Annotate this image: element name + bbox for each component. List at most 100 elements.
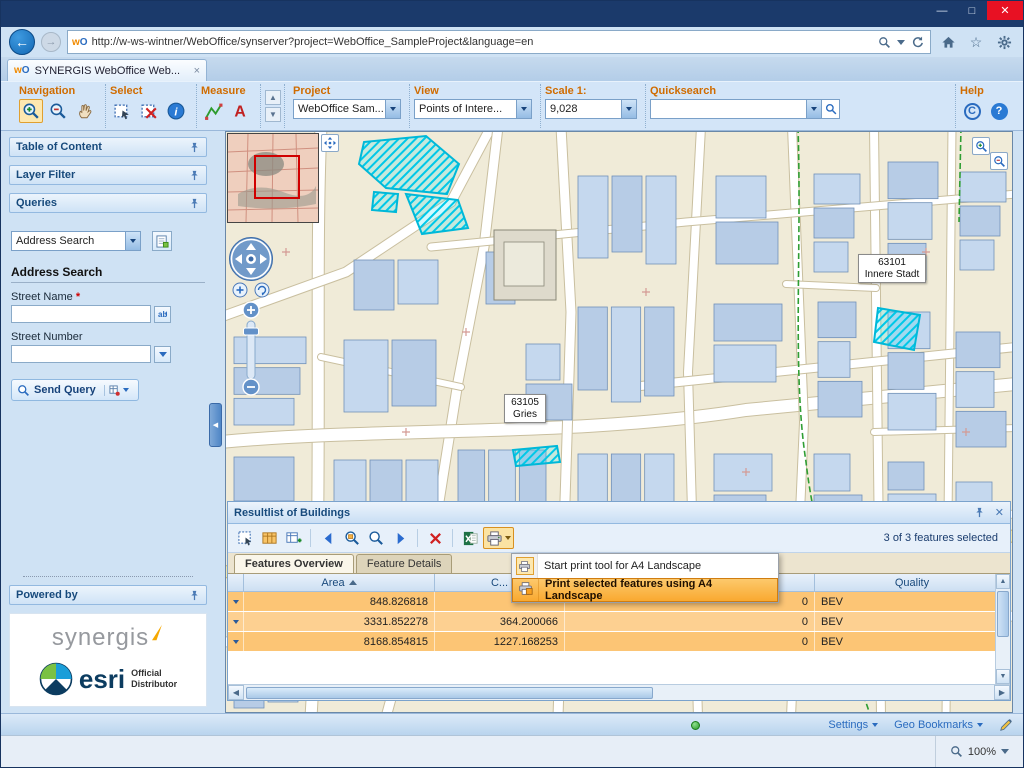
forward-button[interactable]: → [41,32,61,52]
table-row[interactable]: 8168.854815 1227.168253 0 BEV [228,632,1010,652]
result-panel-close-icon[interactable]: ✕ [995,506,1004,519]
pan-center-icon[interactable] [249,257,254,262]
quicksearch-dropdown-icon[interactable] [806,100,821,118]
refresh-icon[interactable] [911,36,924,49]
geo-bookmarks-link[interactable]: Geo Bookmarks [894,719,983,731]
query-type-dropdown-icon[interactable] [125,232,140,250]
selected-feature[interactable] [513,446,560,466]
excel-export-button[interactable] [459,527,481,549]
select-features-button[interactable] [110,99,134,123]
query-type-select[interactable]: Address Search [11,231,141,251]
send-query-dropdown-icon[interactable] [123,388,129,392]
scroll-down-icon[interactable]: ▼ [996,669,1010,684]
help-button[interactable]: ? [987,99,1011,123]
panel-powered-by[interactable]: Powered by [9,585,207,605]
street-name-picker-button[interactable]: ab [154,306,171,323]
address-bar[interactable]: wO http://w-ws-wintner/WebOffice/synserv… [67,30,931,54]
row-menu-icon[interactable] [228,592,244,611]
zoom-control[interactable]: 100% [935,736,1023,767]
tab-close-icon[interactable]: × [194,65,200,77]
panel-layer-filter[interactable]: Layer Filter [9,165,207,185]
row-menu-icon[interactable] [228,632,244,651]
query-form-button[interactable] [152,231,172,251]
scroll-left-icon[interactable]: ◀ [228,685,244,700]
column-header-area[interactable]: Area [244,574,435,591]
quicksearch-go-button[interactable] [821,100,839,118]
view-select[interactable]: Points of Intere... [414,99,532,119]
scale-dropdown-icon[interactable] [621,100,636,118]
close-button[interactable]: ✕ [987,1,1023,20]
menu-item-print-selected[interactable]: Print selected features using A4 Landsca… [512,578,778,602]
tab-feature-details[interactable]: Feature Details [356,554,453,573]
scroll-up-icon[interactable]: ▲ [996,574,1010,589]
edit-pencil-icon[interactable] [999,718,1013,732]
street-name-input[interactable] [11,305,151,323]
column-header-quality[interactable]: Quality [815,574,1010,591]
horizontal-scrollbar[interactable]: ◀ ▶ [228,684,1010,700]
selected-feature[interactable] [874,308,920,350]
pan-tool-button[interactable] [73,99,97,123]
quicksearch-input[interactable] [651,100,806,118]
pin-icon[interactable] [974,507,985,518]
selected-feature[interactable] [372,192,398,212]
pan-compass[interactable] [230,238,273,281]
pin-icon[interactable] [189,590,200,601]
back-button[interactable]: ← [9,29,35,55]
column-settings-button[interactable] [282,527,304,549]
vscroll-thumb[interactable] [997,591,1009,637]
table-row[interactable]: 3331.852278 364.200066 0 BEV [228,612,1010,632]
remove-selection-button[interactable] [424,527,446,549]
map-zoom-in-button[interactable] [972,137,990,155]
browser-tab[interactable]: wO SYNERGIS WebOffice Web... × [7,59,207,81]
identify-result-button[interactable] [234,527,256,549]
zoom-in-tool-button[interactable] [19,99,43,123]
previous-feature-button[interactable] [317,527,339,549]
maximize-button[interactable]: □ [957,1,987,20]
toolbar-scroll-down-icon[interactable]: ▼ [265,107,281,122]
sidebar-collapse-button[interactable]: ◀ [209,403,222,447]
project-dropdown-icon[interactable] [385,100,400,118]
zoom-to-selection-button[interactable] [341,527,363,549]
contact-button[interactable]: C [960,99,984,123]
overview-move-icon[interactable] [321,134,339,152]
home-icon[interactable] [937,31,959,53]
tab-features-overview[interactable]: Features Overview [234,554,354,573]
panel-table-of-content[interactable]: Table of Content [9,137,207,157]
settings-link[interactable]: Settings [828,719,878,731]
pin-icon[interactable] [189,170,200,181]
settings-gear-icon[interactable] [993,31,1015,53]
clear-selection-button[interactable] [137,99,161,123]
next-feature-button[interactable] [389,527,411,549]
zoom-slider-thumb[interactable] [244,328,259,335]
pin-icon[interactable] [189,142,200,153]
zoom-out-tool-button[interactable] [46,99,70,123]
search-icon[interactable] [878,36,891,49]
scroll-right-icon[interactable]: ▶ [994,685,1010,700]
text-label-tool-button[interactable]: A [228,99,252,123]
zoom-to-feature-button[interactable] [365,527,387,549]
measure-tool-button[interactable] [201,99,225,123]
query-options-icon[interactable] [109,385,120,396]
result-panel-header[interactable]: Resultlist of Buildings ✕ [228,502,1010,524]
row-menu-icon[interactable] [228,612,244,631]
view-dropdown-icon[interactable] [516,100,531,118]
scale-select[interactable]: 9,028 [545,99,637,119]
print-dropdown-icon[interactable] [505,536,511,540]
print-button[interactable] [483,527,514,549]
street-number-dropdown-button[interactable] [154,346,171,363]
overview-map[interactable] [227,133,319,223]
map-zoom-out-button[interactable] [990,152,1008,170]
toolbar-scroll-up-icon[interactable]: ▲ [265,90,281,105]
hscroll-thumb[interactable] [246,687,653,699]
project-select[interactable]: WebOffice Sam... [293,99,401,119]
zoom-dropdown-icon[interactable] [1001,749,1009,754]
send-query-button[interactable]: Send Query [11,379,139,401]
pin-icon[interactable] [189,198,200,209]
info-tool-button[interactable]: i [164,99,188,123]
url-text[interactable]: http://w-ws-wintner/WebOffice/synserver?… [92,36,872,48]
favorites-star-icon[interactable]: ☆ [965,31,987,53]
menu-item-start-print[interactable]: Start print tool for A4 Landscape [512,554,778,578]
show-table-button[interactable] [258,527,280,549]
url-dropdown-icon[interactable] [897,40,905,45]
minimize-button[interactable]: — [927,1,957,20]
